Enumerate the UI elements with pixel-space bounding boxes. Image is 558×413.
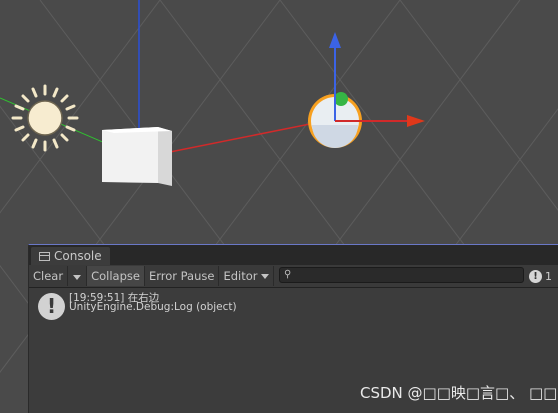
editor-dropdown[interactable]: Editor	[219, 266, 274, 286]
y-handle-knob[interactable]	[334, 92, 348, 106]
clear-button[interactable]: Clear	[29, 266, 69, 286]
directional-light-icon[interactable]	[11, 84, 79, 152]
tab-console[interactable]: Console	[31, 247, 110, 265]
log-entry[interactable]: ! [19:59:51] 在右边 UnityEngine.Debug:Log (…	[29, 289, 558, 323]
chevron-down-icon	[73, 275, 82, 280]
clear-label: Clear	[33, 269, 64, 283]
chevron-down-icon	[260, 273, 269, 279]
editor-label: Editor	[223, 269, 258, 283]
message-count-toggle[interactable]: ! 1	[529, 267, 558, 285]
log-entry-stacktrace: UnityEngine.Debug:Log (object)	[69, 301, 237, 313]
info-icon: !	[529, 269, 542, 283]
console-toolbar: Clear Collapse Error Pause Editor ⚲ ! 1	[29, 265, 558, 288]
clear-options-dropdown[interactable]	[68, 266, 88, 286]
search-input[interactable]: ⚲	[279, 267, 524, 283]
collapse-toggle[interactable]: Collapse	[87, 266, 145, 286]
cube-object[interactable]	[102, 127, 172, 186]
message-count: 1	[545, 269, 552, 283]
gizmo-y-arrow[interactable]	[329, 32, 341, 48]
search-icon: ⚲	[284, 269, 292, 280]
error-pause-toggle[interactable]: Error Pause	[145, 266, 220, 286]
console-tab-bar: Console	[29, 245, 558, 265]
console-icon	[39, 251, 50, 261]
info-icon: !	[38, 293, 65, 320]
watermark: CSDN @□□映□言□、 □□□	[360, 384, 558, 402]
gizmo-x-arrow[interactable]	[407, 115, 425, 127]
tab-console-label: Console	[54, 249, 102, 263]
